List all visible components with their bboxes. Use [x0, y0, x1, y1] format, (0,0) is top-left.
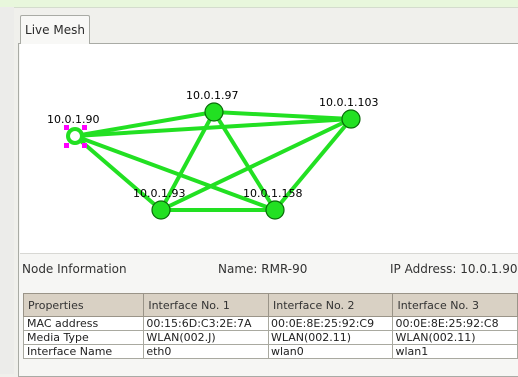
mesh-node-circle[interactable]: [151, 200, 171, 220]
mesh-view[interactable]: 10.0.1.90 10.0.1.97 10.0.1.103 10.0.1.93 10.…: [20, 44, 518, 254]
selection-handle[interactable]: [64, 143, 69, 148]
properties-table: Properties Interface No. 1 Interface No. 2…: [23, 293, 518, 359]
node-info-title: Node Information: [22, 262, 127, 276]
mesh-node-label: 10.0.1.90: [47, 113, 99, 126]
mesh-node-circle[interactable]: [204, 102, 224, 122]
table-row[interactable]: Interface Name eth0 wlan0 wlan1: [23, 344, 518, 359]
node-info-bar: Node Information Name: RMR-90 IP Address…: [20, 262, 518, 284]
table-row[interactable]: MAC address 00:15:6D:C3:2E:7A 00:0E:8E:25:…: [23, 316, 518, 331]
window-top-strip: [0, 0, 518, 8]
mesh-node-circle[interactable]: [66, 127, 84, 145]
window-left-edge: [0, 7, 14, 374]
mesh-node-circle[interactable]: [265, 200, 285, 220]
table-cell: WLAN(002.11): [392, 330, 518, 345]
table-cell: WLAN(002.11): [267, 330, 394, 345]
properties-table-container[interactable]: Properties Interface No. 1 Interface No. 2…: [23, 293, 518, 374]
tab-live-mesh[interactable]: Live Mesh: [20, 15, 90, 44]
table-header-cell[interactable]: Interface No. 1: [143, 293, 269, 317]
mesh-node-label: 10.0.1.93: [133, 187, 185, 200]
mesh-node-label: 10.0.1.158: [243, 187, 302, 200]
table-cell: WLAN(002.J): [143, 330, 269, 345]
node-ip-address: IP Address: 10.0.1.90: [390, 262, 518, 276]
mesh-node-label: 10.0.1.103: [319, 96, 378, 109]
table-header-cell[interactable]: Interface No. 3: [392, 293, 518, 317]
table-cell: Media Type: [23, 330, 145, 345]
table-cell: MAC address: [23, 316, 145, 331]
mesh-node-circle[interactable]: [341, 109, 361, 129]
table-row[interactable]: Media Type WLAN(002.J) WLAN(002.11) WLAN(00…: [23, 330, 518, 345]
table-cell: eth0: [143, 344, 269, 359]
selection-handle[interactable]: [82, 143, 87, 148]
table-cell: 00:0E:8E:25:92:C9: [267, 316, 394, 331]
node-name: Name: RMR-90: [218, 262, 308, 276]
mesh-graph[interactable]: 10.0.1.90 10.0.1.97 10.0.1.103 10.0.1.93 10.…: [20, 44, 518, 253]
table-header-cell[interactable]: Interface No. 2: [267, 293, 394, 317]
table-cell: 00:0E:8E:25:92:C8: [392, 316, 518, 331]
mesh-link: [213, 110, 352, 121]
table-cell: wlan1: [392, 344, 518, 359]
table-cell: wlan0: [267, 344, 394, 359]
mesh-node[interactable]: 10.0.1.103: [319, 96, 378, 129]
table-header-cell[interactable]: Properties: [23, 293, 145, 317]
mesh-node-label: 10.0.1.97: [186, 89, 238, 102]
table-cell: Interface Name: [23, 344, 145, 359]
table-cell: 00:15:6D:C3:2E:7A: [143, 316, 269, 331]
